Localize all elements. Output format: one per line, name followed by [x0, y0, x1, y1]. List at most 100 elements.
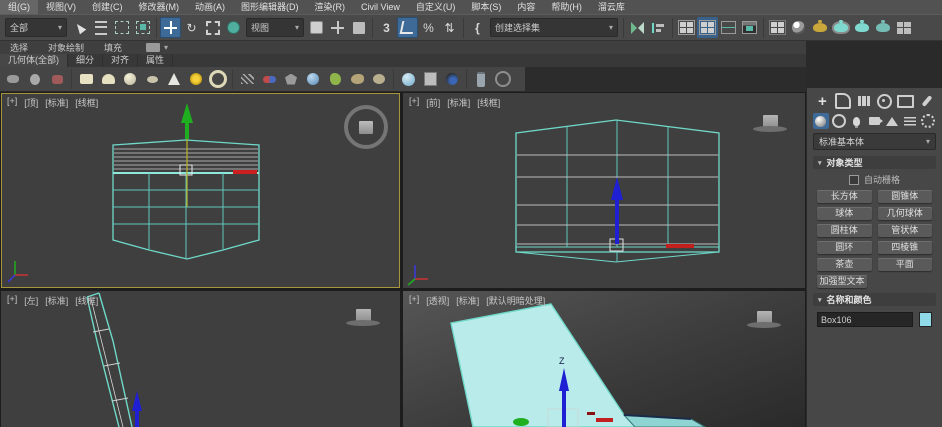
torus-button[interactable]: 圆环	[817, 241, 872, 254]
blue-ball-icon[interactable]	[397, 69, 419, 89]
move-gizmo[interactable]	[132, 391, 142, 427]
globe-icon[interactable]	[302, 69, 324, 89]
autogrid-checkbox[interactable]: 自动栅格	[813, 173, 936, 186]
primitive-category-dropdown[interactable]: 标准基本体 ▾	[813, 133, 936, 150]
align-icon[interactable]	[648, 17, 669, 38]
menu-views[interactable]: 视图(V)	[38, 0, 84, 14]
dope-sheet-icon[interactable]	[739, 17, 760, 38]
viewport-menu-standard[interactable]: [标准]	[447, 96, 470, 109]
move-gizmo[interactable]	[611, 177, 623, 244]
menu-scripting[interactable]: 脚本(S)	[463, 0, 509, 14]
menu-modifiers[interactable]: 修改器(M)	[131, 0, 188, 14]
tab-display[interactable]	[896, 92, 915, 110]
plane-button[interactable]: 平面	[877, 258, 932, 271]
help-icon[interactable]	[492, 69, 514, 89]
ribbon-tab-select[interactable]: 选择	[0, 41, 38, 54]
shell-icon[interactable]	[368, 69, 390, 89]
tab-create[interactable]: +	[813, 92, 832, 110]
viewport-front-canvas[interactable]	[403, 93, 805, 288]
shaded-object[interactable]	[450, 303, 707, 427]
viewcube[interactable]	[753, 115, 787, 132]
viewport-menu-standard[interactable]: [标准]	[45, 294, 68, 307]
snap-toggle-3d-icon[interactable]: 3	[376, 17, 397, 38]
material-editor-icon[interactable]	[788, 17, 809, 38]
wireframe-object[interactable]	[86, 292, 133, 427]
ribbon-panel-geometry-all[interactable]: 几何体(全部)	[0, 54, 68, 67]
named-selection-sets-dropdown[interactable]: 创建选择集 ▾	[490, 18, 618, 37]
viewport-menu-shading[interactable]: [线框]	[477, 96, 500, 109]
torus-primitive-icon[interactable]	[207, 69, 229, 89]
render-setup-icon[interactable]	[809, 17, 830, 38]
select-object-icon[interactable]	[69, 17, 90, 38]
viewport-menu-pov[interactable]: [顶]	[24, 96, 38, 109]
chevron-down-icon[interactable]: ▾	[164, 43, 168, 52]
cylinder-button[interactable]: 圆柱体	[817, 224, 872, 237]
dark-sphere-icon[interactable]	[441, 69, 463, 89]
select-and-scale-icon[interactable]	[202, 17, 223, 38]
rendered-frame-window-icon[interactable]	[830, 17, 851, 38]
category-helpers-icon[interactable]	[884, 113, 900, 129]
box-primitive-icon[interactable]	[75, 69, 97, 89]
tube-button[interactable]: 管状体	[877, 224, 932, 237]
rectangular-selection-region-icon[interactable]	[111, 17, 132, 38]
disc-primitive-icon[interactable]	[141, 69, 163, 89]
mirror-icon[interactable]	[627, 17, 648, 38]
pyramid-button[interactable]: 四棱锥	[877, 241, 932, 254]
select-and-move-icon[interactable]	[160, 17, 181, 38]
menu-graph-editors[interactable]: 图形编辑器(D)	[233, 0, 307, 14]
window-crossing-icon[interactable]	[132, 17, 153, 38]
move-gizmo[interactable]	[181, 103, 193, 207]
menu-customize[interactable]: 自定义(U)	[408, 0, 464, 14]
viewport-menu-shading[interactable]: [线框]	[75, 294, 98, 307]
viewport-menu-shading[interactable]: [线框]	[75, 96, 98, 109]
ribbon-tab-populate[interactable]: 填充	[94, 41, 132, 54]
reference-coordinate-system-dropdown[interactable]: 视图 ▾	[246, 18, 304, 37]
viewport-menu-pov[interactable]: [左]	[24, 294, 38, 307]
tab-modify[interactable]	[834, 92, 853, 110]
star-primitive-icon[interactable]	[185, 69, 207, 89]
use-pivot-point-center-icon[interactable]	[306, 17, 327, 38]
cone-button[interactable]: 圆锥体	[877, 190, 932, 203]
category-systems-icon[interactable]	[920, 113, 936, 129]
render-iterative-icon[interactable]	[872, 17, 893, 38]
object-name-input[interactable]	[817, 312, 913, 327]
viewport-top-canvas[interactable]	[1, 93, 400, 288]
viewport-menu-general[interactable]: [+]	[7, 96, 17, 109]
viewcube[interactable]	[346, 309, 380, 326]
category-geometry-icon[interactable]	[813, 113, 829, 129]
viewport-menu-general[interactable]: [+]	[409, 294, 419, 307]
viewport-menu-standard[interactable]: [标准]	[456, 294, 479, 307]
menu-help[interactable]: 帮助(H)	[543, 0, 590, 14]
select-by-color-icon[interactable]	[46, 69, 68, 89]
select-and-place-icon[interactable]	[223, 17, 244, 38]
menu-animation[interactable]: 动画(A)	[187, 0, 233, 14]
menu-create[interactable]: 创建(C)	[84, 0, 131, 14]
angle-snap-toggle-icon[interactable]	[397, 17, 418, 38]
viewcube[interactable]	[747, 311, 781, 328]
category-lights-icon[interactable]	[849, 113, 865, 129]
category-cameras-icon[interactable]	[867, 113, 883, 129]
teapot-button[interactable]: 茶壶	[817, 258, 872, 271]
ribbon-panel-subdivide[interactable]: 细分	[68, 54, 104, 67]
wireframe-object[interactable]	[112, 139, 260, 260]
render-production-icon[interactable]	[851, 17, 872, 38]
text-plus-button[interactable]: 加强型文本	[817, 275, 868, 288]
lattice-icon[interactable]	[236, 69, 258, 89]
bird-icon[interactable]	[346, 69, 368, 89]
gengon-icon[interactable]	[280, 69, 302, 89]
viewcube[interactable]	[344, 105, 388, 149]
viewport-menu-pov[interactable]: [透视]	[426, 294, 449, 307]
viewport-left[interactable]: [+] [左] [标准] [线框]	[1, 291, 400, 427]
capsule-icon[interactable]	[258, 69, 280, 89]
category-shapes-icon[interactable]	[831, 113, 847, 129]
keyboard-shortcut-override-icon[interactable]	[348, 17, 369, 38]
name-color-rollout-header[interactable]: ▾ 名称和颜色	[813, 293, 936, 306]
select-similar-icon[interactable]	[2, 69, 24, 89]
viewport-layout-tabs-icon[interactable]	[893, 17, 914, 38]
menu-liuyunku-plugin[interactable]: 溜云库	[590, 0, 633, 14]
viewport-menu-general[interactable]: [+]	[409, 96, 419, 109]
category-space-warps-icon[interactable]	[902, 113, 918, 129]
paint-select-icon[interactable]	[24, 69, 46, 89]
select-by-name-icon[interactable]	[90, 17, 111, 38]
menu-content[interactable]: 内容	[509, 0, 543, 14]
